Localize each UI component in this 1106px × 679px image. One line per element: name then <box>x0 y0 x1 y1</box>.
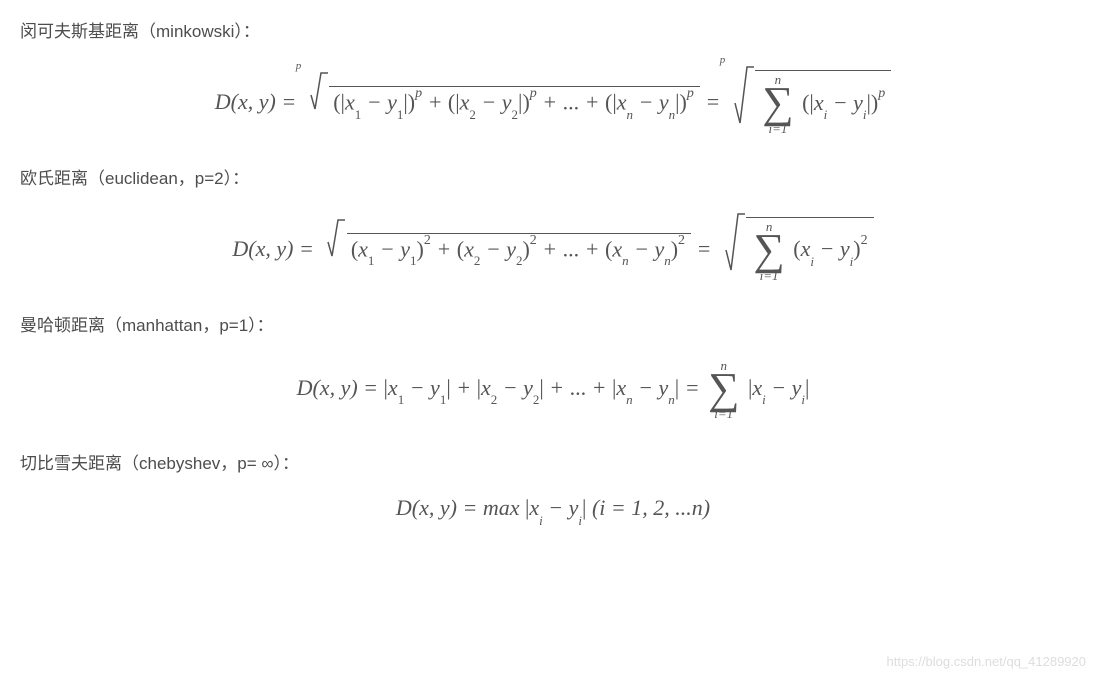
root-body-right-e: n ∑ i=1 (xi − yi)2 <box>746 217 873 281</box>
root-left: p (|x1 − y1|)p + (|x2 − y2|)p + ... + (|… <box>304 71 700 116</box>
sum-icon: n ∑ i=1 <box>708 359 739 420</box>
formula-minkowski: D(x, y) = p (|x1 − y1|)p + (|x2 − y2|)p … <box>20 65 1086 135</box>
root-body-right: n ∑ i=1 (|xi − yi|)p <box>755 70 891 134</box>
formula-euclidean: D(x, y) = (x1 − y1)2 + (x2 − y2)2 + ... … <box>20 212 1086 282</box>
heading-manhattan: 曼哈顿距离（manhattan，p=1）： <box>20 312 1086 339</box>
formula-lhs: D(x, y) = <box>297 375 384 400</box>
formula-chebyshev: D(x, y) = max |xi − yi| (i = 1, 2, ...n) <box>20 497 1086 522</box>
formula-lhs: D(x, y) = <box>232 236 319 261</box>
watermark: https://blog.csdn.net/qq_41289920 <box>887 654 1087 669</box>
heading-chebyshev: 切比雪夫距离（chebyshev，p= ∞）： <box>20 450 1086 477</box>
heading-euclidean: 欧氏距离（euclidean，p=2）： <box>20 165 1086 192</box>
root-left-e: (x1 − y1)2 + (x2 − y2)2 + ... + (xn − yn… <box>321 218 691 263</box>
heading-minkowski: 闵可夫斯基距离（minkowski）： <box>20 18 1086 45</box>
formula-manhattan: D(x, y) = |x1 − y1| + |x2 − y2| + ... + … <box>20 359 1086 420</box>
root-body-left-e: (x1 − y1)2 + (x2 − y2)2 + ... + (xn − yn… <box>347 233 691 264</box>
root-index-r: p <box>720 55 726 66</box>
root-right-e: n ∑ i=1 (xi − yi)2 <box>719 212 874 282</box>
max-label: max <box>483 495 520 520</box>
formula-lhs: D(x, y) = <box>396 495 483 520</box>
root-body-left: (|x1 − y1|)p + (|x2 − y2|)p + ... + (|xn… <box>329 86 700 117</box>
index-set: (i = 1, 2, ...n) <box>592 495 710 520</box>
sum-icon: n ∑ i=1 <box>753 220 784 281</box>
formula-lhs: D(x, y) = <box>215 89 302 114</box>
sum-icon: n ∑ i=1 <box>762 73 793 134</box>
equals-sign: = <box>697 236 717 261</box>
root-index: p <box>296 61 302 72</box>
equals-sign: = <box>705 89 725 114</box>
root-right: p n ∑ i=1 (|xi − yi|)p <box>728 65 891 135</box>
